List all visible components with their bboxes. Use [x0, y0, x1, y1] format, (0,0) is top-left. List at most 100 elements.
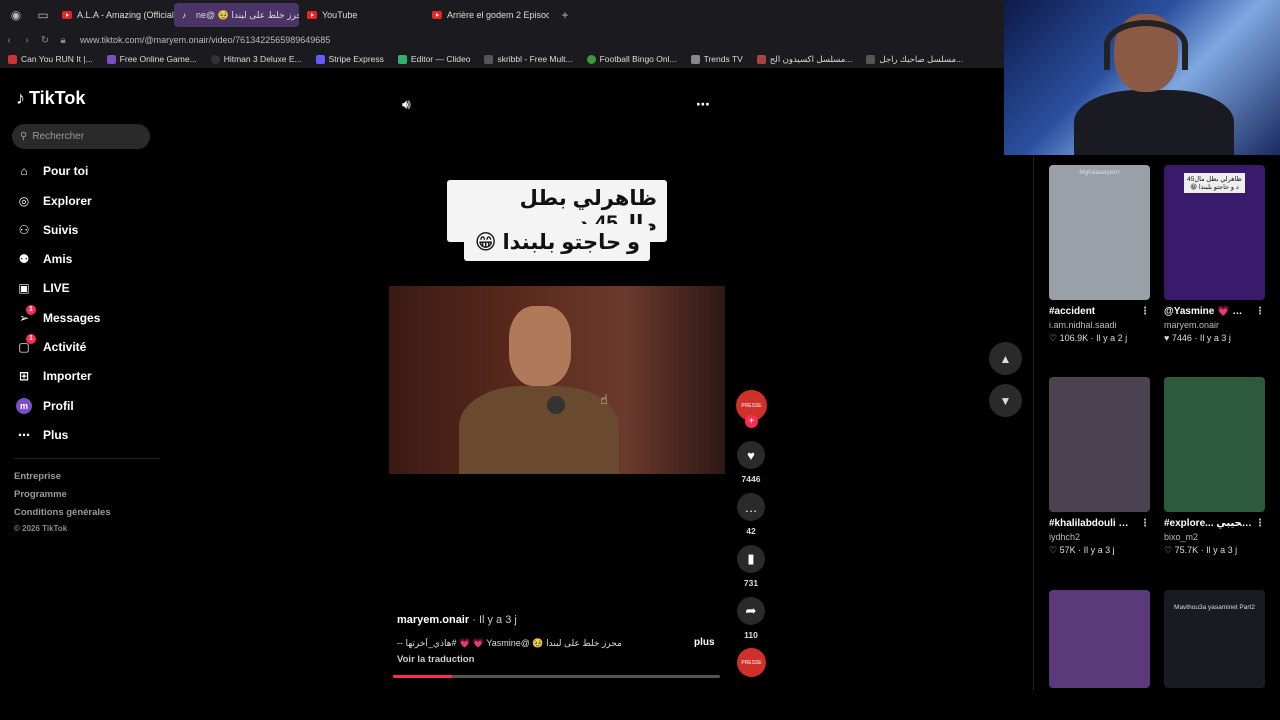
heart-icon[interactable]: ♥	[737, 441, 765, 469]
recommended-video[interactable]: ظاهرلي بطل مال45 د و حاجتو بلبندا 😁 @Yas…	[1164, 165, 1265, 343]
video-author[interactable]: maryem.onair · Il y a 3 j	[397, 614, 517, 626]
trend-icon	[690, 54, 700, 64]
bookmark-item[interactable]: Editor — Clideo	[397, 54, 470, 64]
tab-title: ne@ 🥹 محرز خلط على لبندا	[196, 9, 299, 20]
follow-button[interactable]: +	[745, 415, 758, 428]
volume-icon[interactable]: 🔊︎	[402, 96, 411, 113]
video-title: @Yasmine 💗 💗 ... 🥹 محرز خلط على لبندا⋮	[1164, 306, 1265, 317]
share-action[interactable]: ➦ 110	[736, 597, 766, 640]
browser-tab-active[interactable]: ♪ ne@ 🥹 محرز خلط على لبندا	[174, 3, 299, 27]
bookmark-item[interactable]: Free Online Game...	[106, 54, 197, 64]
bookmarks-bar: Can You RUN It |... Free Online Game... …	[0, 50, 1004, 68]
recommended-video[interactable]: #khalilabdouli 🎤 🥹 ⋮ iydhch2 ♡ 57K · Il y…	[1049, 377, 1150, 556]
bookmark-item[interactable]: Football Bingo Onl...	[586, 54, 677, 64]
browser-tab[interactable]: YouTube	[299, 3, 419, 27]
nav-plus[interactable]: ⋯ Plus	[16, 427, 68, 443]
search-input[interactable]: ⚲ Rechercher	[12, 124, 150, 149]
video-thumbnail[interactable]: Mavthou3a yasaminet Part2	[1164, 590, 1265, 688]
messages-icon: ➢ 1	[16, 305, 36, 326]
video-title: #khalilabdouli 🎤 🥹 ⋮	[1049, 518, 1150, 529]
back-icon[interactable]: ‹	[0, 35, 18, 46]
video-thumbnail[interactable]	[1164, 377, 1265, 512]
video-author[interactable]: bixo_m2	[1164, 532, 1265, 542]
more-options-icon[interactable]: ⋮	[1255, 518, 1265, 529]
tab-list-icon[interactable]: ▭	[32, 4, 54, 26]
live-icon: ▣	[18, 281, 30, 295]
tiktok-icon: ♪	[182, 10, 186, 20]
more-icon: ⋯	[18, 428, 30, 442]
music-disc-icon[interactable]: PRESSE	[737, 648, 766, 677]
video-author[interactable]: maryem.onair	[1164, 320, 1265, 330]
comment-action[interactable]: … 42	[736, 493, 766, 536]
save-action[interactable]: ▮ 731	[736, 545, 766, 588]
tab-title: YouTube	[322, 10, 358, 20]
like-action[interactable]: ♥ 7446	[736, 441, 766, 484]
video-author[interactable]: iydhch2	[1049, 532, 1150, 542]
video-description: -- هاذي_آخرتها# 💗 💗 Yasmine@ 🥹 محرز خلط …	[397, 638, 622, 648]
bookmark-item[interactable]: skribbl - Free Mult...	[484, 54, 573, 64]
recommended-video[interactable]: Mavthou3a yasaminet Part2	[1164, 590, 1265, 688]
home-icon: ⌂	[20, 164, 28, 178]
save-count: 731	[743, 578, 759, 588]
tab-title: Arrière el godem 2 Episod	[447, 10, 549, 20]
video-stats: ♡ 106.9K · Il y a 2 j	[1049, 333, 1128, 343]
previous-video-button[interactable]: ▲	[989, 342, 1022, 375]
browser-tab[interactable]: Arrière el godem 2 Episod	[424, 3, 549, 27]
activity-icon: ▢ 1	[16, 334, 36, 355]
footer-link-conditions[interactable]: Conditions générales	[14, 507, 111, 518]
url-field[interactable]: www.tiktok.com/@maryem.onair/video/76134…	[80, 35, 330, 45]
tiktok-logo[interactable]: ♪ TikTok	[16, 88, 85, 109]
more-options-icon[interactable]: ⋮	[1140, 518, 1150, 529]
sidebar-divider	[14, 458, 160, 459]
nav-activite[interactable]: ▢ 1 Activité	[16, 334, 86, 355]
footer-link-entreprise[interactable]: Entreprise	[14, 471, 61, 482]
translate-link[interactable]: Voir la traduction	[397, 654, 474, 665]
nav-explorer[interactable]: ◎ Explorer	[16, 193, 92, 209]
comment-icon[interactable]: …	[737, 493, 765, 521]
bookmark-icon	[484, 54, 494, 64]
nav-suivis[interactable]: ⚇ Suivis	[16, 222, 79, 238]
bookmark-icon[interactable]: ▮	[737, 545, 765, 573]
recommended-video[interactable]	[1049, 590, 1150, 688]
singer-head	[509, 306, 571, 386]
video-thumbnail[interactable]: Mghaaaayerrr	[1049, 165, 1150, 300]
bookmark-item[interactable]: مسلسل اكسيدون الح...	[756, 54, 852, 65]
nav-importer[interactable]: ⊞ Importer	[16, 368, 92, 384]
share-icon[interactable]: ➦	[737, 597, 765, 625]
more-options-icon[interactable]: ⋮	[1140, 306, 1150, 317]
video-progress-bar[interactable]	[393, 675, 720, 678]
notification-badge: 1	[26, 334, 36, 344]
avatar: m	[16, 398, 32, 414]
video-thumbnail[interactable]	[1049, 590, 1150, 688]
notification-badge: 1	[26, 305, 36, 315]
new-tab-button[interactable]: +	[554, 4, 576, 26]
recommended-video[interactable]: Mghaaaayerrr #accident ⋮ i.am.nidhal.saad…	[1049, 165, 1150, 344]
video-thumbnail[interactable]	[1049, 377, 1150, 512]
nav-messages[interactable]: ➢ 1 Messages	[16, 305, 100, 326]
more-options-icon[interactable]: ⋮	[1255, 306, 1265, 317]
show-more-link[interactable]: plus	[694, 637, 715, 648]
browser-tab[interactable]: A.L.A - Amazing (Official V	[54, 3, 174, 27]
more-options-icon[interactable]: ⋯	[696, 96, 710, 113]
tab-title: A.L.A - Amazing (Official V	[77, 10, 174, 20]
bookmark-item[interactable]: Can You RUN It |...	[8, 54, 93, 64]
compass-icon: ◎	[18, 194, 30, 208]
video-stats: ♡ 75.7K · Il y a 3 j	[1164, 545, 1238, 555]
recommended-video[interactable]: #explore... خالتك #تسمحيبي 💗⋮ bixo_m2 ♡ …	[1164, 377, 1265, 556]
nav-profil[interactable]: m Profil	[16, 398, 74, 414]
bookmark-item[interactable]: Hitman 3 Deluxe E...	[210, 54, 302, 64]
footer-link-programme[interactable]: Programme	[14, 489, 67, 500]
following-icon: ⚇	[18, 223, 30, 237]
video-thumbnail[interactable]: ظاهرلي بطل مال45 د و حاجتو بلبندا 😁	[1164, 165, 1265, 300]
next-video-button[interactable]: ▼	[989, 384, 1022, 417]
browser-menu-icon[interactable]: ◉	[5, 4, 27, 26]
video-author[interactable]: i.am.nidhal.saadi	[1049, 320, 1150, 330]
bookmark-item[interactable]: Trends TV	[690, 54, 743, 64]
forward-icon[interactable]: ›	[18, 35, 36, 46]
reload-icon[interactable]: ↻	[36, 35, 54, 46]
bookmark-item[interactable]: Stripe Express	[315, 54, 384, 64]
nav-live[interactable]: ▣ LIVE	[16, 280, 69, 296]
nav-amis[interactable]: ⚉ Amis	[16, 251, 73, 267]
nav-pour-toi[interactable]: ⌂ Pour toi	[16, 163, 88, 179]
bookmark-item[interactable]: مسلسل صاحبك راجل...	[866, 54, 963, 65]
